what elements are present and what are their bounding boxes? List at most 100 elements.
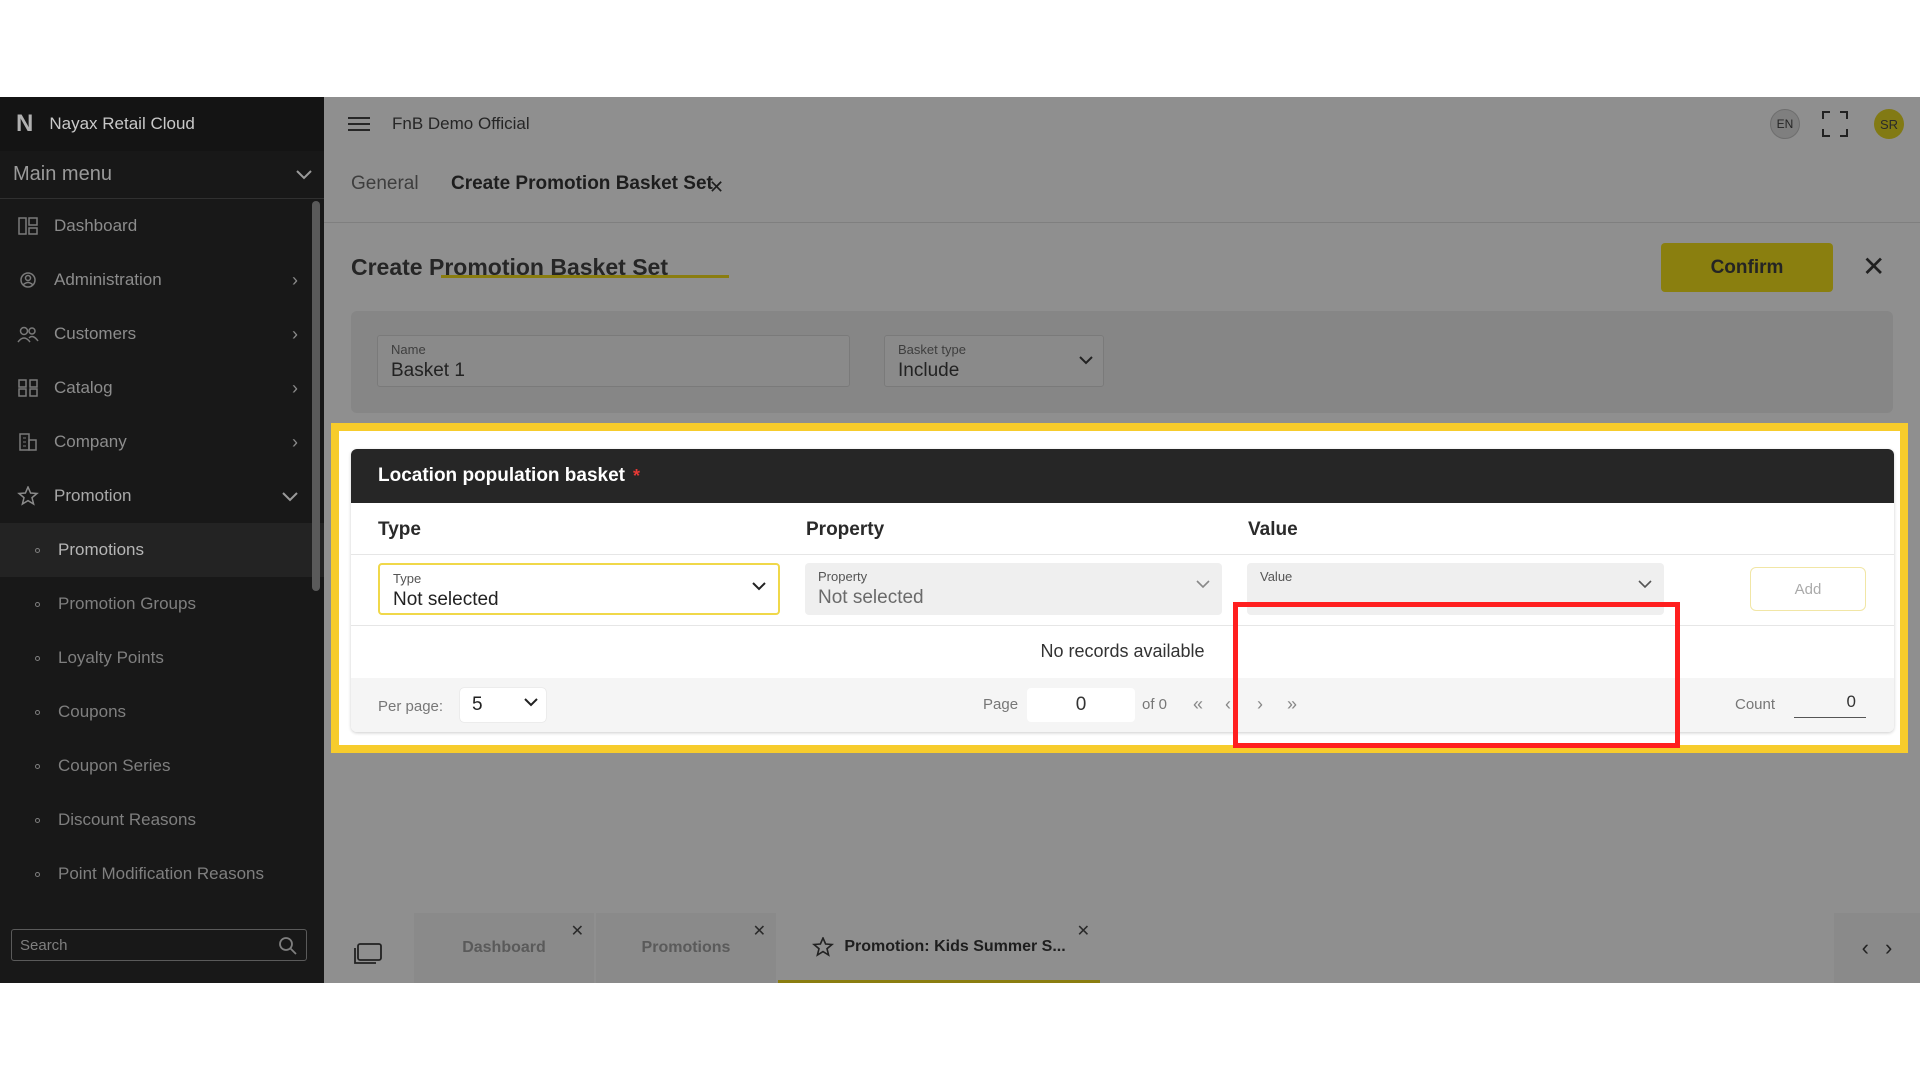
sidebar-subitem-coupons[interactable]: Coupons [0, 685, 324, 739]
sidebar-item-promotion[interactable]: Promotion [0, 469, 324, 523]
chevron-down-icon [1196, 580, 1210, 589]
sidebar-item-catalog[interactable]: Catalog › [0, 361, 324, 415]
close-tab-icon[interactable]: ✕ [1077, 921, 1090, 941]
chevron-right-icon[interactable]: › [1885, 935, 1892, 961]
bullet-icon [35, 817, 40, 823]
search-placeholder: Search [20, 936, 68, 954]
bottom-tab-dashboard[interactable]: Dashboard ✕ [414, 913, 594, 983]
brand-bar[interactable]: N Nayax Retail Cloud [0, 97, 324, 151]
sidebar-subitem-label: Discount Reasons [58, 810, 196, 829]
confirm-button[interactable]: Confirm [1661, 243, 1833, 292]
page-tabs: General Create Promotion Basket Set ✕ [324, 151, 1920, 278]
add-button[interactable]: Add [1750, 567, 1866, 611]
tab-general[interactable]: General [351, 173, 419, 195]
sidebar-item-label: Promotion [54, 486, 132, 505]
page-title: Create Promotion Basket Set [351, 254, 668, 280]
column-header-value: Value [1248, 519, 1298, 540]
name-field-label: Name [391, 342, 426, 357]
chevron-down-icon [282, 486, 298, 507]
basket-type-label: Basket type [898, 342, 966, 357]
star-icon [812, 936, 835, 957]
sidebar-item-company[interactable]: Company › [0, 415, 324, 469]
sidebar-item-administration[interactable]: Administration › [0, 253, 324, 307]
value-select-label: Value [1260, 569, 1293, 584]
main-menu-label: Main menu [13, 163, 112, 185]
organization-name: FnB Demo Official [392, 114, 530, 133]
bullet-icon [35, 709, 40, 715]
sidebar-subitem-promotions[interactable]: Promotions [0, 523, 324, 577]
sidebar-subitem-label: Point Modification Reasons [58, 864, 265, 883]
basket-type-select[interactable]: Basket type Include [884, 335, 1104, 387]
sidebar-subitem-promotion-groups[interactable]: Promotion Groups [0, 577, 324, 631]
basket-header: Location population basket * [351, 449, 1894, 503]
windows-icon[interactable] [354, 943, 382, 965]
sidebar-subitem-label: Loyalty Points [58, 648, 164, 667]
sidebar-subitem-discount-reasons[interactable]: Discount Reasons [0, 793, 324, 847]
sidebar-item-label: Dashboard [54, 216, 138, 235]
chevron-left-icon[interactable]: ‹ [1862, 935, 1869, 961]
language-switcher[interactable]: EN [1770, 109, 1800, 139]
bullet-icon [35, 547, 40, 553]
page-total-label: of 0 [1142, 696, 1168, 713]
sidebar-subitem-label: Promotion Groups [58, 594, 196, 613]
sidebar-item-label: Company [54, 432, 127, 451]
page-label: Page [983, 696, 1019, 713]
sidebar-item-label: Catalog [54, 378, 113, 397]
customers-icon [16, 324, 40, 344]
catalog-icon [16, 378, 40, 398]
hamburger-menu-icon[interactable] [348, 113, 370, 135]
bottom-tab-label: Promotions [641, 939, 731, 956]
sidebar: N Nayax Retail Cloud Main menu Dashboard… [0, 97, 324, 983]
required-marker: * [633, 465, 641, 486]
top-right-controls: EN SR [1770, 109, 1904, 139]
user-avatar[interactable]: SR [1874, 109, 1904, 139]
row-divider [351, 554, 1894, 555]
bullet-icon [35, 871, 40, 877]
sidebar-search-input[interactable]: Search [11, 929, 307, 961]
column-header-type: Type [378, 519, 421, 540]
type-select-value: Not selected [393, 589, 499, 610]
sidebar-item-dashboard[interactable]: Dashboard [0, 199, 324, 253]
page-number-input[interactable]: 0 [1027, 688, 1135, 722]
first-page-icon[interactable]: « [1193, 694, 1203, 715]
prev-page-icon[interactable]: ‹ [1225, 694, 1231, 715]
main-menu-toggle[interactable]: Main menu [0, 151, 324, 199]
count-value: 0 [1794, 692, 1866, 718]
close-tab-icon[interactable]: ✕ [753, 921, 766, 941]
chevron-down-icon [296, 169, 312, 179]
bottom-tab-bar: Dashboard ✕ Promotions ✕ Promotion: Kids… [324, 913, 1920, 983]
star-icon [16, 486, 40, 506]
chevron-down-icon [1079, 356, 1093, 365]
per-page-label: Per page: [378, 698, 444, 715]
bottom-tab-promotions[interactable]: Promotions ✕ [596, 913, 776, 983]
per-page-select[interactable]: 5 [460, 688, 546, 722]
property-select-label: Property [818, 569, 868, 584]
sidebar-item-customers[interactable]: Customers › [0, 307, 324, 361]
sidebar-scrollbar[interactable] [312, 201, 320, 591]
bottom-tab-label: Promotion: Kids Summer S... [844, 937, 1066, 955]
sidebar-subitem-label: Coupon Series [58, 756, 171, 775]
chevron-down-icon [524, 698, 538, 707]
bottom-tab-label: Dashboard [462, 939, 546, 956]
sidebar-subitem-point-modification-reasons[interactable]: Point Modification Reasons [0, 847, 324, 901]
search-icon[interactable] [278, 936, 298, 956]
per-page-value: 5 [472, 694, 483, 715]
brand-name: Nayax Retail Cloud [49, 114, 195, 133]
column-header-property: Property [806, 519, 885, 540]
sidebar-subitem-loyalty-points[interactable]: Loyalty Points [0, 631, 324, 685]
nayax-logo-icon: N [16, 110, 34, 137]
close-tab-icon[interactable]: ✕ [709, 177, 724, 198]
basket-title: Location population basket [378, 465, 626, 486]
basket-type-value: Include [898, 360, 960, 381]
property-select[interactable]: Property Not selected [805, 563, 1222, 615]
bottom-tab-promotion-kids-summer[interactable]: Promotion: Kids Summer S... ✕ [778, 913, 1100, 983]
sidebar-subitem-coupon-series[interactable]: Coupon Series [0, 739, 324, 793]
property-select-value: Not selected [818, 587, 924, 608]
name-field[interactable]: Name Basket 1 [377, 335, 850, 387]
close-tab-icon[interactable]: ✕ [571, 921, 584, 941]
tab-create-promotion-basket-set[interactable]: Create Promotion Basket Set [451, 173, 713, 195]
basket-details-card: Name Basket 1 Basket type Include [351, 311, 1893, 413]
fullscreen-icon[interactable] [1822, 111, 1848, 137]
type-select[interactable]: Type Not selected [378, 563, 780, 615]
close-icon[interactable]: ✕ [1862, 250, 1885, 283]
